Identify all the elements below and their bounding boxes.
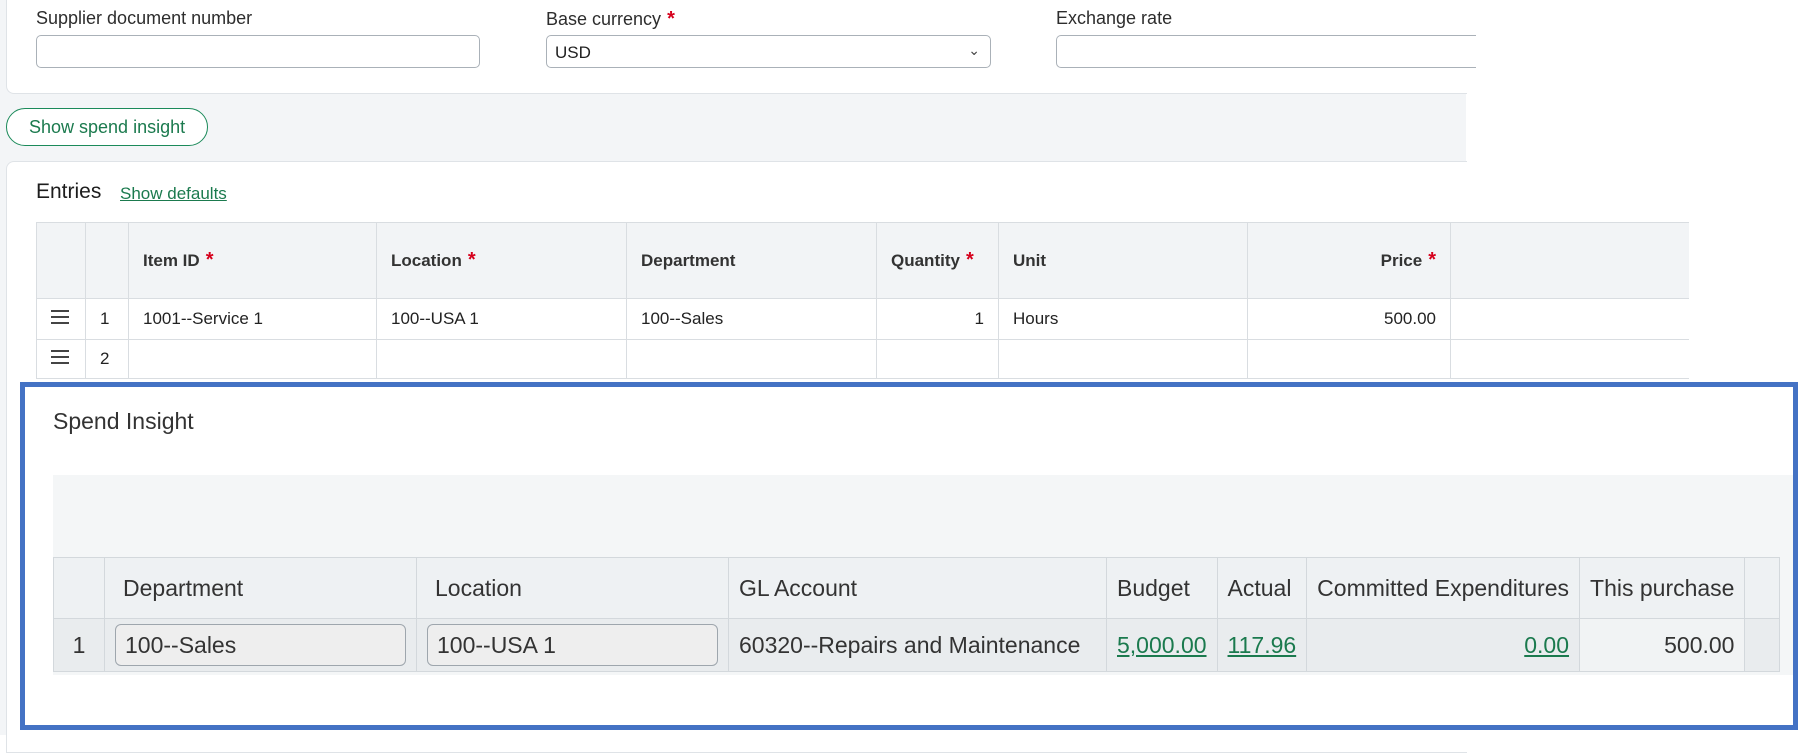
row-number: 1 bbox=[53, 618, 105, 672]
cell-overflow bbox=[1450, 298, 1689, 340]
cell-quantity[interactable] bbox=[876, 339, 999, 379]
col-department[interactable]: Department bbox=[626, 222, 877, 299]
spend-insight-table: Department Location GL Account Budget Ac… bbox=[53, 557, 1781, 672]
col-quantity[interactable]: Quantity * bbox=[876, 222, 999, 299]
drag-handle-icon bbox=[51, 346, 69, 368]
table-row[interactable]: 2 bbox=[36, 339, 1689, 379]
cell-this-purchase: 500.00 bbox=[1579, 618, 1746, 672]
show-defaults-link[interactable]: Show defaults bbox=[120, 184, 227, 204]
col-this-purchase: This purchase bbox=[1579, 557, 1746, 619]
cell-location[interactable] bbox=[376, 339, 627, 379]
spend-insight-title: Spend Insight bbox=[53, 408, 194, 434]
cell-overflow bbox=[1450, 339, 1689, 379]
cell-location: 100--USA 1 bbox=[416, 618, 729, 672]
spend-insight-panel: Spend Insight Department Location GL Acc… bbox=[20, 382, 1798, 730]
cell-price[interactable]: 500.00 bbox=[1247, 298, 1451, 340]
insight-header-row: Department Location GL Account Budget Ac… bbox=[53, 557, 1781, 619]
drag-handle[interactable] bbox=[36, 298, 86, 340]
cell-unit[interactable]: Hours bbox=[998, 298, 1248, 340]
table-row[interactable]: 1 1001--Service 1 100--USA 1 100--Sales … bbox=[36, 298, 1689, 340]
actual-link[interactable]: 117.96 bbox=[1228, 632, 1297, 658]
base-currency-value: USD bbox=[555, 43, 591, 62]
col-actual: Actual bbox=[1216, 557, 1308, 619]
exchange-rate-input[interactable] bbox=[1056, 35, 1476, 68]
cell-department[interactable] bbox=[626, 339, 877, 379]
cell-actual: 117.96 bbox=[1216, 618, 1308, 672]
show-spend-insight-button[interactable]: Show spend insight bbox=[6, 108, 209, 146]
drag-handle-icon bbox=[51, 306, 69, 328]
row-number-header bbox=[85, 222, 129, 299]
cell-quantity[interactable]: 1 bbox=[876, 298, 999, 340]
drag-column-header bbox=[36, 222, 86, 299]
col-location: Location bbox=[416, 557, 729, 619]
location-readonly-field: 100--USA 1 bbox=[427, 624, 718, 666]
department-readonly-field: 100--Sales bbox=[115, 624, 406, 666]
col-overflow bbox=[1450, 222, 1689, 299]
col-unit[interactable]: Unit bbox=[998, 222, 1248, 299]
cell-item-id[interactable] bbox=[128, 339, 377, 379]
cell-committed: 0.00 bbox=[1306, 618, 1581, 672]
required-asterisk: * bbox=[667, 8, 675, 30]
cell-department: 100--Sales bbox=[104, 618, 417, 672]
entries-header-row: Item ID * Location * Department Quantity * … bbox=[36, 222, 1689, 299]
col-gl-account: GL Account bbox=[728, 557, 1107, 619]
row-number: 1 bbox=[85, 298, 129, 340]
base-currency-label: Base currency * bbox=[546, 8, 675, 30]
col-budget: Budget bbox=[1106, 557, 1218, 619]
cell-unit[interactable] bbox=[998, 339, 1248, 379]
cell-overflow bbox=[1744, 618, 1781, 672]
entries-title: Entries bbox=[36, 180, 102, 203]
col-committed: Committed Expenditures bbox=[1306, 557, 1581, 619]
col-department: Department bbox=[104, 557, 417, 619]
entries-table: Item ID * Location * Department Quantity * … bbox=[36, 222, 1689, 379]
col-price[interactable]: Price * bbox=[1247, 222, 1451, 299]
exchange-rate-label: Exchange rate bbox=[1056, 8, 1173, 28]
base-currency-select[interactable]: USD ⌄ bbox=[546, 35, 991, 68]
cell-location[interactable]: 100--USA 1 bbox=[376, 298, 627, 340]
budget-link[interactable]: 5,000.00 bbox=[1117, 632, 1207, 658]
chevron-down-icon: ⌄ bbox=[968, 42, 980, 58]
col-item-id[interactable]: Item ID * bbox=[128, 222, 377, 299]
supplier-doc-input[interactable] bbox=[36, 35, 480, 68]
row-number-header bbox=[53, 557, 105, 619]
table-row: 1 100--Sales 100--USA 1 60320--Repairs a… bbox=[53, 618, 1781, 672]
cell-budget: 5,000.00 bbox=[1106, 618, 1218, 672]
drag-handle[interactable] bbox=[36, 339, 86, 379]
col-overflow bbox=[1744, 557, 1781, 619]
supplier-doc-label: Supplier document number bbox=[36, 8, 253, 28]
cell-department[interactable]: 100--Sales bbox=[626, 298, 877, 340]
cell-gl-account: 60320--Repairs and Maintenance bbox=[728, 618, 1107, 672]
row-number: 2 bbox=[85, 339, 129, 379]
cell-price[interactable] bbox=[1247, 339, 1451, 379]
committed-link[interactable]: 0.00 bbox=[1524, 632, 1569, 658]
col-location[interactable]: Location * bbox=[376, 222, 627, 299]
cell-item-id[interactable]: 1001--Service 1 bbox=[128, 298, 377, 340]
